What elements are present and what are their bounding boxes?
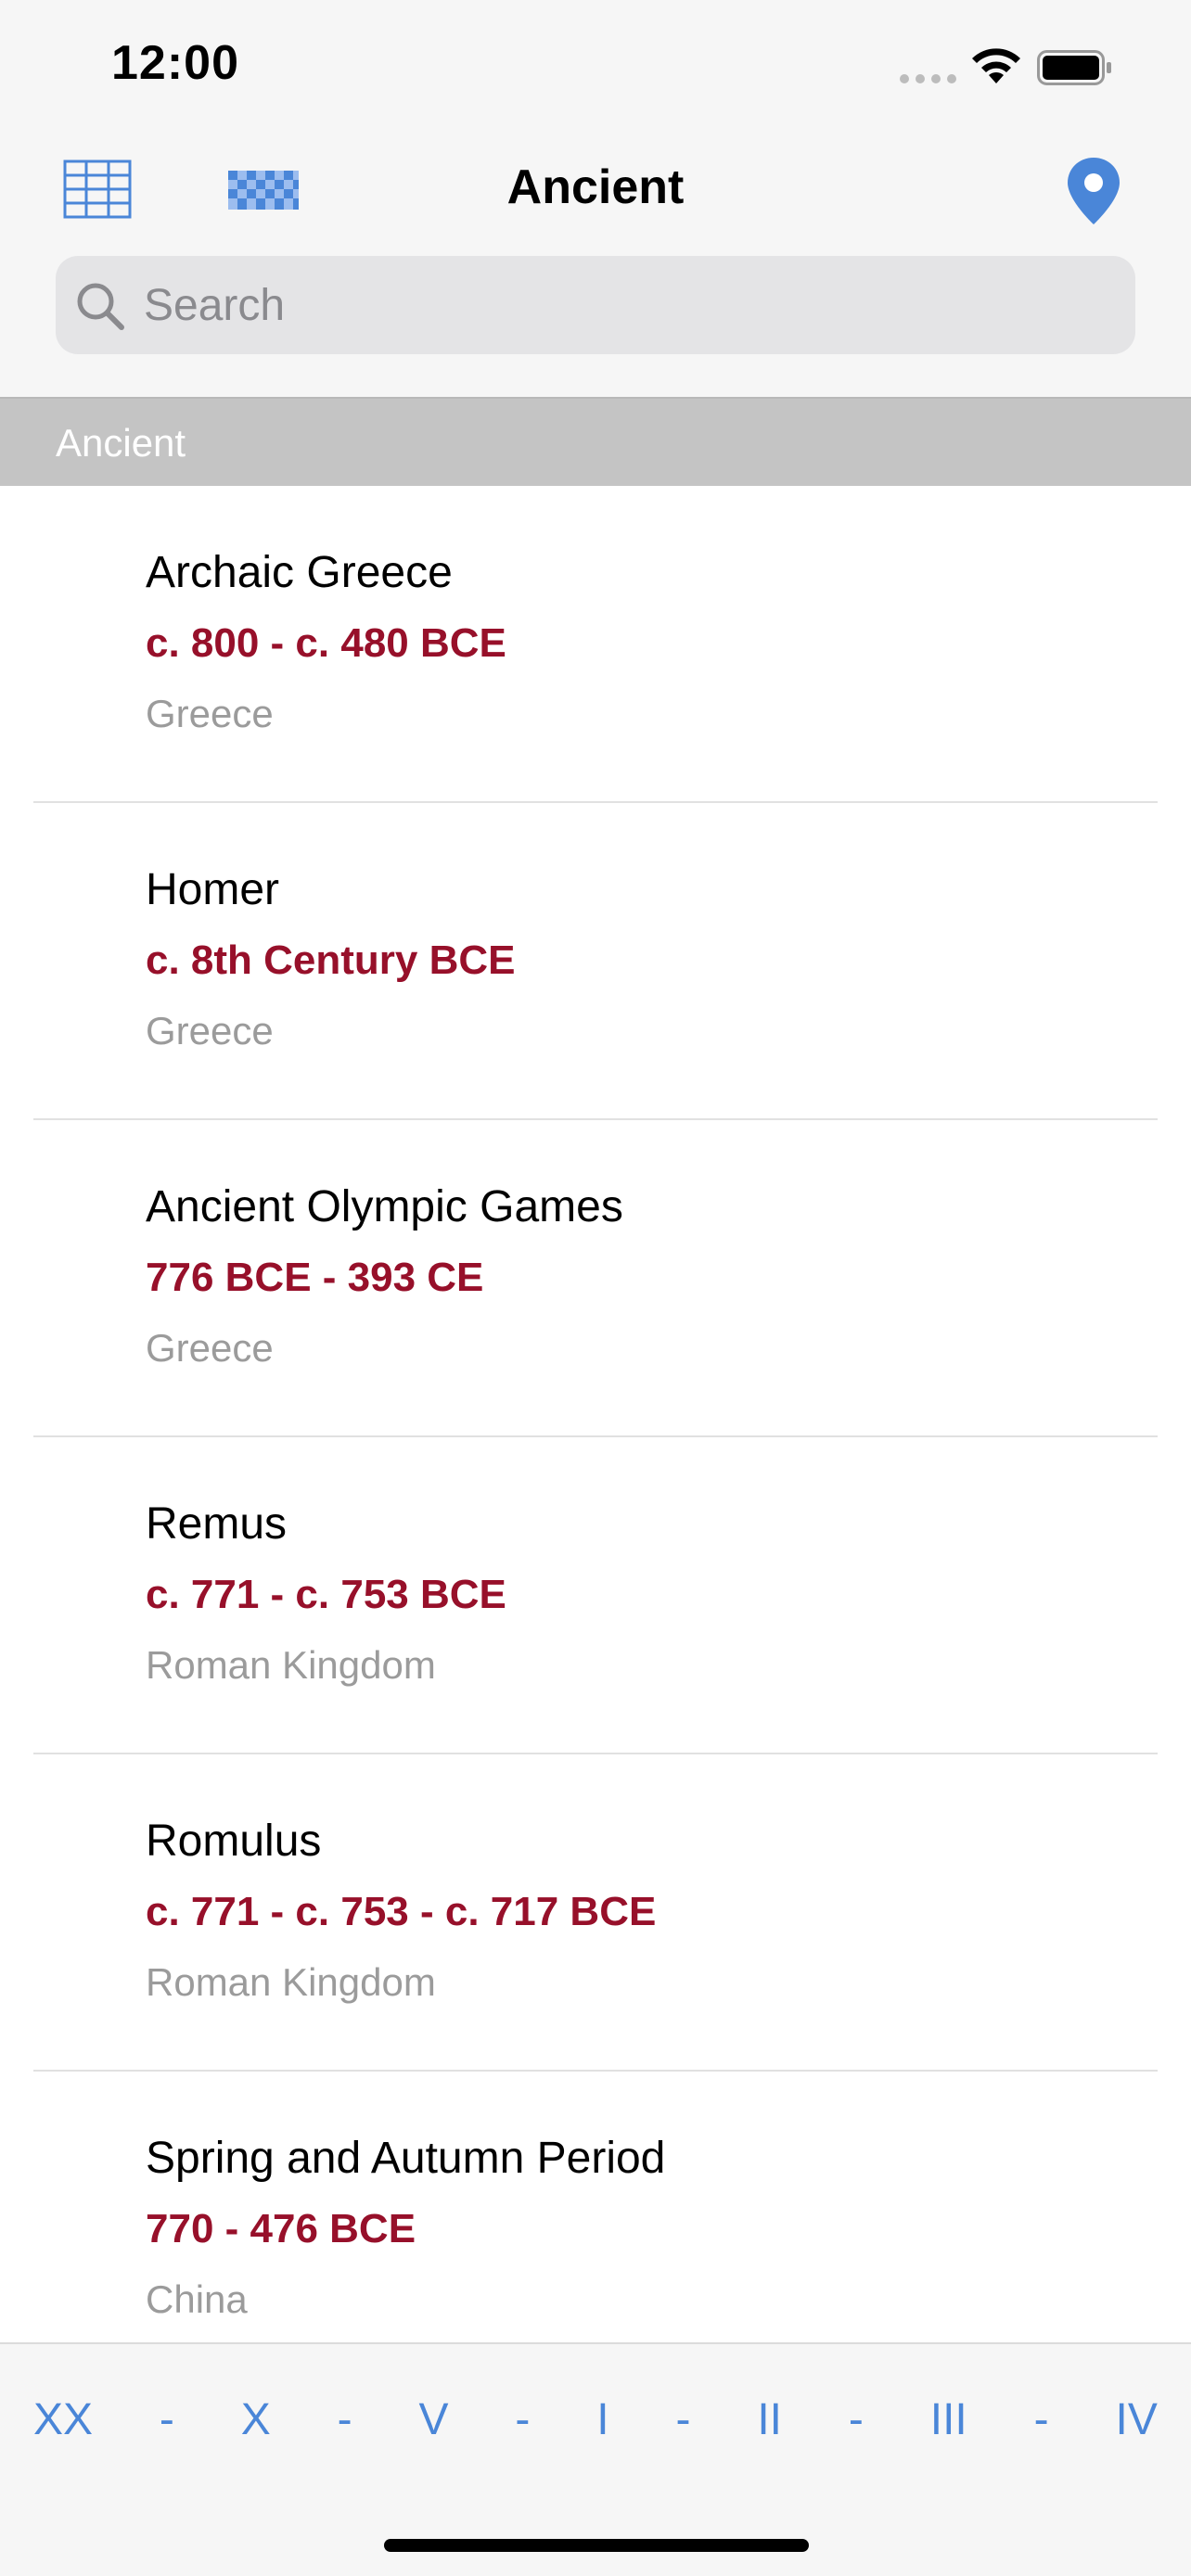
item-name: Spring and Autumn Period: [146, 2134, 666, 2183]
item-name: Archaic Greece: [146, 548, 453, 597]
top-bar: 12:00 Ancient: [0, 0, 1191, 397]
item-place: Greece: [146, 1009, 274, 1052]
item-dates: c. 800 - c. 480 BCE: [146, 620, 506, 666]
map-pin-icon[interactable]: [1065, 156, 1122, 226]
search-bar[interactable]: [56, 256, 1135, 354]
item-dates: c. 771 - c. 753 BCE: [146, 1572, 506, 1617]
index-item[interactable]: III: [930, 2394, 967, 2445]
item-dates: c. 8th Century BCE: [146, 937, 516, 983]
list-item[interactable]: Ancient Olympic Games 776 BCE - 393 CE G…: [0, 1120, 1191, 1437]
item-name: Homer: [146, 865, 280, 914]
index-separator: -: [1033, 2395, 1049, 2444]
index-separator: -: [675, 2395, 691, 2444]
list-item[interactable]: Archaic Greece c. 800 - c. 480 BCE Greec…: [0, 486, 1191, 803]
item-list: Archaic Greece c. 800 - c. 480 BCE Greec…: [0, 486, 1191, 2339]
index-separator: -: [848, 2395, 864, 2444]
page-title: Ancient: [506, 160, 685, 214]
section-header: Ancient: [0, 397, 1191, 486]
signal-icon: [900, 74, 956, 83]
index-item[interactable]: I: [596, 2394, 608, 2445]
list-item[interactable]: Romulus c. 771 - c. 753 - c. 717 BCE Rom…: [0, 1754, 1191, 2072]
item-name: Romulus: [146, 1817, 322, 1866]
index-separator: -: [337, 2395, 352, 2444]
item-place: Greece: [146, 692, 274, 735]
search-input[interactable]: [144, 256, 1108, 354]
list-item[interactable]: Remus c. 771 - c. 753 BCE Roman Kingdom: [0, 1437, 1191, 1754]
index-item[interactable]: X: [241, 2394, 271, 2445]
list-item[interactable]: Spring and Autumn Period 770 - 476 BCE C…: [0, 2072, 1191, 2339]
index-separator: -: [515, 2395, 531, 2444]
index-item[interactable]: IV: [1116, 2394, 1158, 2445]
index-item[interactable]: II: [757, 2394, 782, 2445]
search-icon: [77, 283, 124, 330]
item-name: Ancient Olympic Games: [146, 1182, 623, 1231]
item-place: Greece: [146, 1326, 274, 1370]
list-item[interactable]: Homer c. 8th Century BCE Greece: [0, 803, 1191, 1120]
wifi-icon: [972, 48, 1020, 83]
item-place: Roman Kingdom: [146, 1643, 436, 1687]
item-place: China: [146, 2277, 248, 2321]
status-time: 12:00: [111, 36, 239, 90]
item-dates: c. 771 - c. 753 - c. 717 BCE: [146, 1889, 657, 1934]
home-indicator[interactable]: [384, 2539, 809, 2552]
index-item[interactable]: XX: [33, 2394, 93, 2445]
battery-icon: [1037, 50, 1111, 85]
index-item[interactable]: V: [419, 2394, 449, 2445]
item-name: Remus: [146, 1499, 288, 1549]
era-index: XX - X - V - I - II - III - IV: [33, 2394, 1158, 2445]
item-place: Roman Kingdom: [146, 1960, 436, 2004]
item-dates: 770 - 476 BCE: [146, 2206, 416, 2251]
index-separator: -: [159, 2395, 174, 2444]
item-dates: 776 BCE - 393 CE: [146, 1255, 484, 1300]
